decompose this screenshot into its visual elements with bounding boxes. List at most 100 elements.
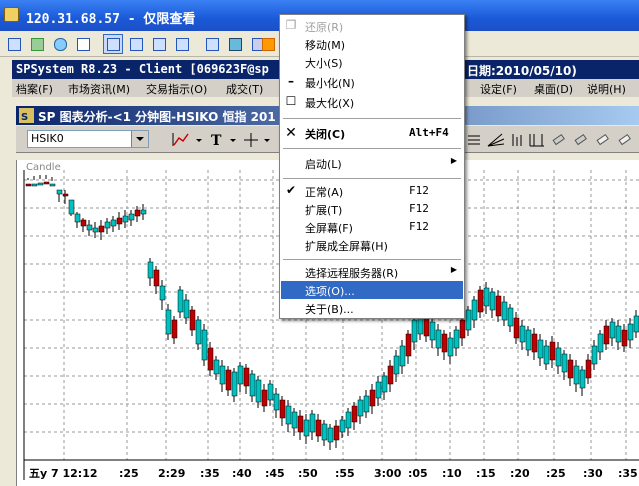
line-chart-icon[interactable]: [172, 133, 189, 146]
clipboard-icon[interactable]: [202, 34, 222, 54]
candle-body: [441, 333, 448, 353]
candle-body: [411, 319, 418, 343]
dropdown-arrow-icon[interactable]: [230, 139, 236, 142]
candle-body: [49, 183, 56, 187]
candle-body: [477, 289, 484, 313]
more-tools-icon[interactable]: [618, 133, 631, 146]
candle-body: [267, 383, 274, 401]
candle-body: [92, 227, 99, 233]
menu-item-label: 大小(S): [305, 57, 343, 70]
remote-window-title: 120.31.68.57 - 仅限查看: [26, 12, 196, 27]
menu-item-about[interactable]: 关于(B)...: [281, 299, 463, 317]
app-date-label: 日期:2010/05/10): [467, 64, 577, 78]
bar-tool-icon[interactable]: [512, 134, 522, 146]
candle-body: [393, 355, 400, 375]
fan-lines-icon[interactable]: [487, 133, 505, 147]
window-system-menu: ❐ 还原(R) 移动(M) 大小(S) – 最小化(N) ☐ 最大化(X) ✕ …: [279, 14, 465, 319]
horizontal-lines-icon[interactable]: [468, 135, 480, 145]
symbol-select[interactable]: HSIK0: [27, 130, 149, 148]
candle-body: [201, 329, 208, 361]
time-axis-label: :20: [510, 467, 530, 480]
dropdown-arrow-icon[interactable]: [264, 139, 270, 142]
candle-body: [255, 379, 262, 403]
menu-item-size[interactable]: 大小(S): [281, 53, 463, 71]
candle-body: [56, 189, 63, 195]
candle-body: [483, 287, 490, 307]
candle-body: [309, 413, 316, 433]
candle-body: [609, 321, 616, 339]
candle-body: [273, 393, 280, 411]
pencil-icon[interactable]: [596, 133, 609, 146]
menu-item-label: 选项(O)...: [305, 285, 355, 298]
menu-item-normal[interactable]: ✔ 正常(A) F12: [281, 182, 463, 200]
connection-options-icon[interactable]: [4, 34, 24, 54]
menu-item-restore[interactable]: ❐ 还原(R): [281, 17, 463, 35]
menu-item-label: 关于(B)...: [305, 303, 354, 316]
check-icon: ✔: [285, 183, 297, 197]
eraser-all-icon[interactable]: [574, 133, 587, 146]
menu-item-options[interactable]: 选项(O)...: [281, 281, 463, 299]
menu-item-close[interactable]: ✕ 关闭(C) Alt+F4: [281, 124, 463, 142]
time-axis-label: :30: [583, 467, 603, 480]
menu-item-maximize[interactable]: ☐ 最大化(X): [281, 93, 463, 111]
candle-body: [387, 365, 394, 385]
chat-icon[interactable]: [73, 34, 93, 54]
menu-item-shortcut: F12: [409, 184, 429, 197]
candle-body: [351, 405, 358, 423]
menu-help[interactable]: 说明(H): [587, 81, 626, 97]
view-mode-icon[interactable]: [103, 34, 123, 54]
chart-toolbar-tools: T: [172, 133, 270, 149]
chevron-down-icon[interactable]: [131, 131, 148, 147]
menu-market-info[interactable]: 市场资讯(M): [68, 81, 130, 97]
menu-trades[interactable]: 成交(T): [226, 81, 263, 97]
candle-body: [573, 365, 580, 385]
menu-item-extend-fullscreen[interactable]: 扩展成全屏幕(H): [281, 236, 463, 254]
connect-icon[interactable]: [27, 34, 47, 54]
zoom-in-icon[interactable]: [149, 34, 169, 54]
candle-body: [597, 333, 604, 353]
candle-body: [321, 423, 328, 441]
menu-item-select-server[interactable]: 选择远程服务器(R) ▶: [281, 263, 463, 281]
candle-body: [333, 425, 340, 441]
candle-body: [140, 209, 147, 215]
period-lines-icon[interactable]: [529, 134, 544, 147]
menu-settings[interactable]: 设定(F): [480, 81, 517, 97]
menu-desktop[interactable]: 桌面(D): [534, 81, 573, 97]
crosshair-icon[interactable]: [244, 133, 258, 147]
eraser-icon[interactable]: [552, 133, 565, 146]
text-tool-icon[interactable]: T: [211, 133, 222, 149]
menu-item-fullscreen[interactable]: 全屏幕(F) F12: [281, 218, 463, 236]
menu-item-extend[interactable]: 扩展(T) F12: [281, 200, 463, 218]
time-axis-label: :35: [618, 467, 638, 480]
remote-app-icon[interactable]: [4, 7, 19, 22]
dropdown-arrow-icon[interactable]: [196, 139, 202, 142]
symbol-value: HSIK0: [31, 132, 64, 145]
menu-item-minimize[interactable]: – 最小化(N): [281, 73, 463, 91]
candle-body: [327, 427, 334, 443]
candle-body: [603, 325, 610, 345]
menu-trade-orders[interactable]: 交易指示(O): [146, 81, 207, 97]
time-axis-label: :10: [442, 467, 462, 480]
call-icon[interactable]: [50, 34, 70, 54]
menu-item-label: 扩展成全屏幕(H): [305, 240, 388, 253]
menu-item-launch[interactable]: 启动(L) ▶: [281, 154, 463, 172]
candle-body: [375, 381, 382, 399]
menu-item-label: 移动(M): [305, 39, 346, 52]
candle-body: [159, 285, 166, 301]
menu-separator: [283, 259, 461, 260]
disconnect-icon[interactable]: [258, 34, 278, 54]
restore-icon: ❐: [285, 18, 297, 32]
candle-body: [429, 321, 436, 341]
tools-icon[interactable]: [225, 34, 245, 54]
fullscreen-icon[interactable]: [126, 34, 146, 54]
submenu-arrow-icon: ▶: [450, 265, 457, 274]
menu-file[interactable]: 档案(F): [16, 81, 53, 97]
candle-body: [147, 261, 154, 279]
candle-body: [627, 323, 634, 341]
refresh-icon[interactable]: [172, 34, 192, 54]
menu-item-move[interactable]: 移动(M): [281, 35, 463, 53]
candle-body: [453, 329, 460, 349]
candle-body: [435, 329, 442, 349]
candle-body: [86, 224, 93, 231]
candle-body: [549, 341, 556, 361]
